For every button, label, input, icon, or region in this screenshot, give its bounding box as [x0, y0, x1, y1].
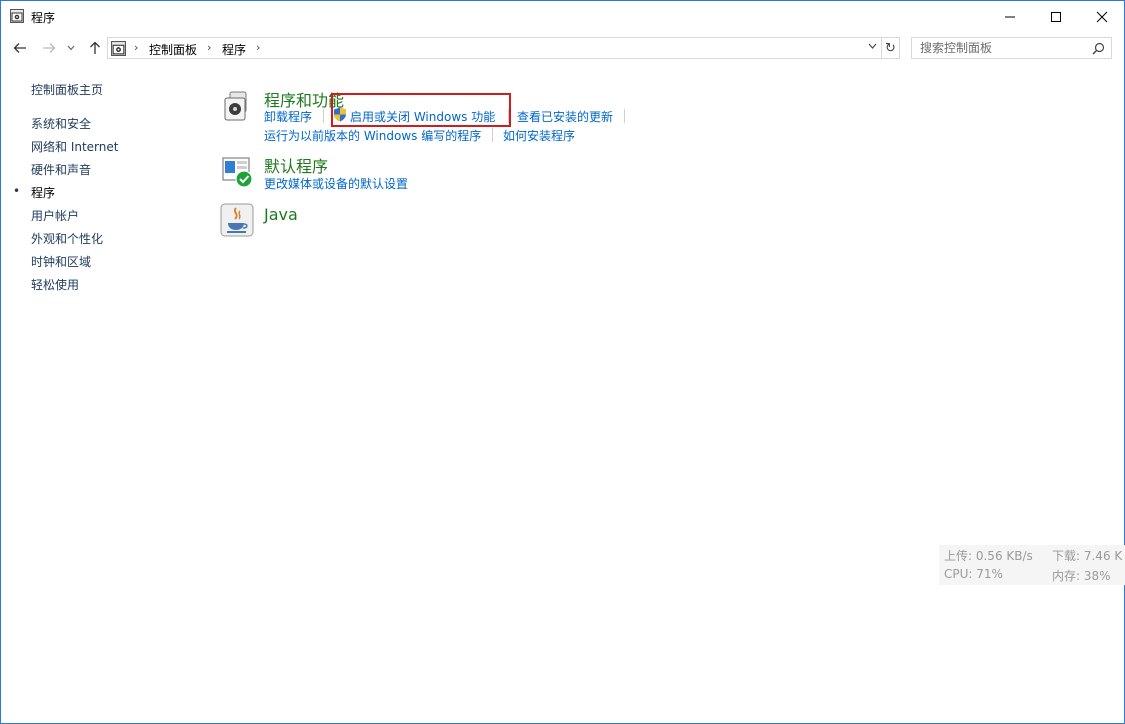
chevron-right-icon[interactable]: › — [207, 41, 211, 54]
address-dropdown-icon[interactable] — [868, 41, 877, 52]
chevron-right-icon: › — [134, 41, 139, 54]
network-monitor-widget: 上传: 0.56 KB/s 下载: 7.46 K CPU: 71% 内存: 38… — [939, 545, 1125, 585]
forward-button[interactable] — [40, 39, 58, 57]
up-button[interactable] — [86, 39, 104, 57]
control-panel-window: 程序 › 控制面板 › 程序 › ↻ 搜索控制面板 控制面板主页 系统和安全 网… — [0, 0, 1125, 724]
control-panel-icon — [111, 41, 126, 56]
control-panel-icon — [10, 9, 24, 23]
title-bar: 程序 — [1, 1, 1124, 32]
navigation-bar: › 控制面板 › 程序 › ↻ — [1, 35, 1124, 61]
compatibility-link[interactable]: 运行为以前版本的 Windows 编写的程序 — [264, 127, 481, 144]
java-icon[interactable] — [220, 203, 254, 237]
maximize-button[interactable] — [1033, 1, 1079, 32]
sidebar-home-link[interactable]: 控制面板主页 — [31, 81, 103, 98]
sidebar-item-user-accounts[interactable]: 用户帐户 — [31, 207, 79, 224]
sidebar-item-programs[interactable]: • 程序 — [13, 184, 56, 201]
breadcrumb-programs[interactable]: 程序 — [222, 41, 246, 58]
back-arrow-icon — [13, 43, 26, 53]
sidebar-item-label: 程序 — [31, 186, 56, 200]
link-separator — [624, 109, 625, 123]
link-separator — [323, 109, 324, 123]
current-item-bullet: • — [13, 184, 21, 198]
highlight-annotation — [331, 93, 511, 127]
uninstall-program-link[interactable]: 卸载程序 — [264, 108, 312, 125]
sidebar-item-appearance[interactable]: 外观和个性化 — [31, 230, 103, 247]
address-bar[interactable]: › 控制面板 › 程序 › — [107, 37, 882, 59]
close-button[interactable] — [1079, 1, 1125, 32]
sidebar-item-system-security[interactable]: 系统和安全 — [31, 115, 91, 132]
maximize-icon — [1051, 11, 1061, 22]
close-icon — [1096, 11, 1108, 22]
minimize-icon — [1005, 16, 1015, 17]
sidebar-item-hardware-sound[interactable]: 硬件和声音 — [31, 161, 91, 178]
chevron-down-icon — [67, 45, 75, 51]
search-icon[interactable] — [1092, 42, 1105, 55]
sidebar-item-ease-of-access[interactable]: 轻松使用 — [31, 276, 79, 293]
chevron-right-icon[interactable]: › — [256, 41, 260, 54]
refresh-button[interactable]: ↻ — [882, 37, 900, 59]
media-device-defaults-link[interactable]: 更改媒体或设备的默认设置 — [264, 175, 408, 192]
link-separator — [492, 128, 493, 142]
breadcrumb-control-panel[interactable]: 控制面板 — [149, 41, 197, 58]
minimize-button[interactable] — [987, 1, 1033, 32]
sidebar-item-network[interactable]: 网络和 Internet — [31, 138, 118, 155]
cpu-usage: CPU: 71% — [944, 567, 1003, 581]
search-input[interactable] — [920, 41, 1090, 55]
download-speed: 下载: 7.46 K — [1052, 549, 1123, 563]
forward-arrow-icon — [43, 43, 56, 53]
java-title[interactable]: Java — [264, 205, 298, 224]
back-button[interactable] — [11, 39, 29, 57]
search-box[interactable] — [911, 37, 1112, 59]
upload-speed: 上传: 0.56 KB/s — [944, 549, 1033, 563]
how-to-install-link[interactable]: 如何安装程序 — [503, 127, 575, 144]
memory-usage: 内存: 38% — [1052, 569, 1111, 583]
programs-features-icon[interactable] — [221, 89, 255, 123]
view-installed-updates-link[interactable]: 查看已安装的更新 — [517, 108, 613, 125]
refresh-icon: ↻ — [885, 40, 896, 56]
up-arrow-icon — [90, 41, 100, 54]
recent-locations-button[interactable] — [65, 39, 77, 57]
default-programs-icon[interactable] — [221, 155, 255, 189]
default-programs-title[interactable]: 默认程序 — [264, 153, 328, 177]
window-title: 程序 — [31, 11, 56, 25]
sidebar-item-clock-region[interactable]: 时钟和区域 — [31, 253, 91, 270]
